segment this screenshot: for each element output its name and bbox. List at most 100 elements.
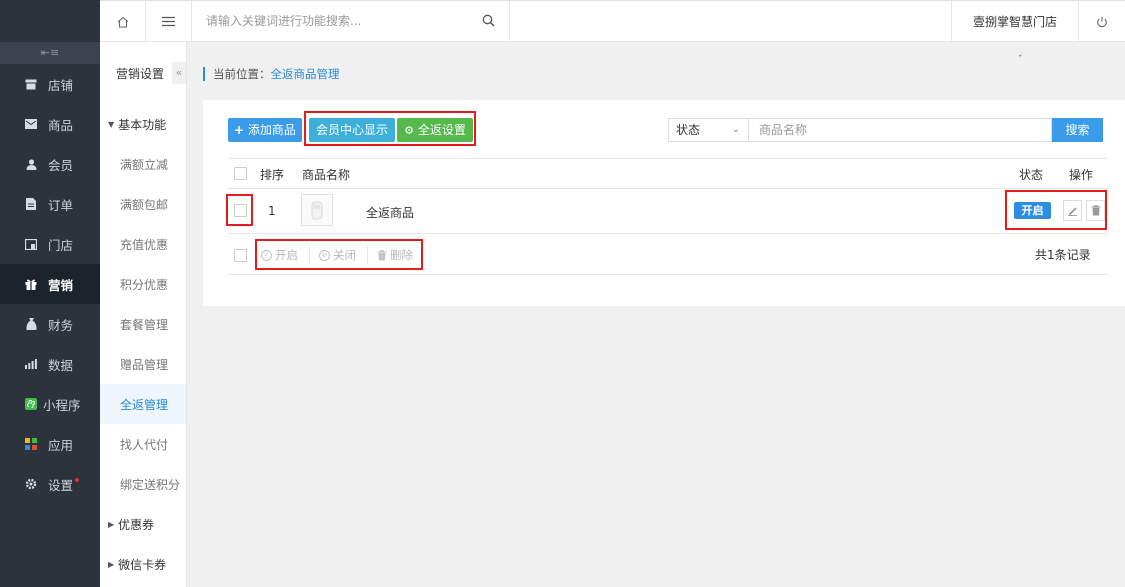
subnav-item[interactable]: 充值优惠 [100,224,186,264]
sidebar-item-store[interactable]: 门店 [0,224,100,264]
chart-icon [24,357,38,371]
sidebar-item-order[interactable]: 订单 [0,184,100,224]
power-icon [1097,16,1107,27]
notification-dot [75,478,80,482]
subnav-item-active[interactable]: 全返管理 [100,384,186,424]
column-header-status: 状态 [1019,168,1044,182]
subnav-group-basic[interactable]: ▼ 基本功能 [100,104,186,144]
sidebar-item-label: 商品 [48,117,74,133]
caret-right-icon: ▶ [108,559,115,569]
subnav-item[interactable]: 积分优惠 [100,264,186,304]
subnav-title-text: 营销设置 [116,66,165,81]
subnav-item[interactable]: 套餐管理 [100,304,186,344]
status-select-value: 状态 [676,123,701,137]
home-button[interactable] [100,1,146,42]
status-select[interactable]: 状态 ⌄ [668,118,749,142]
sidebar-item-label: 设置 [48,477,74,493]
sidebar-item-product[interactable]: 商品 [0,104,100,144]
row-sort: 1 [268,204,276,218]
hamburger-icon [162,16,175,27]
subnav-group-label: 基本功能 [118,117,167,132]
caret-down-icon: ▼ [108,119,115,129]
add-product-label: 添加商品 [247,123,296,137]
subnav-item[interactable]: 找人代付 [100,424,186,464]
subnav-group-label: 优惠券 [118,517,155,532]
highlight-box [255,239,423,270]
product-thumbnail [301,194,333,226]
order-icon [24,197,38,211]
plus-icon: + [234,123,245,137]
highlight-box [226,194,253,226]
home-icon [117,16,128,28]
search-icon[interactable] [482,14,495,27]
sidebar-item-label: 应用 [48,437,74,453]
sidebar-item-label: 门店 [48,237,74,253]
function-search [192,1,510,42]
table-divider [228,274,1108,275]
column-header-sort: 排序 [260,168,285,182]
sidebar-item-finance[interactable]: 财务 [0,304,100,344]
breadcrumb: 当前位置：全返商品管理 [203,67,340,81]
batch-select-checkbox[interactable] [234,249,247,262]
subnav-group-wxcard[interactable]: ▶ 微信卡券 [100,544,186,584]
column-header-ops: 操作 [1069,168,1094,182]
logout-button[interactable] [1079,1,1125,42]
money-icon [24,317,38,331]
subnav-item[interactable]: 满额包邮 [100,184,186,224]
sidebar-item-shop[interactable]: 店铺 [0,64,100,104]
miniprogram-icon [24,397,38,411]
table-divider [228,233,1108,234]
column-header-name: 商品名称 [302,168,351,182]
sidebar-item-apps[interactable]: 应用 [0,424,100,464]
row-product-name: 全返商品 [366,206,415,220]
subnav-item[interactable]: 满额立减 [100,144,186,184]
chevron-down-icon: ⌄ [731,124,740,135]
sidebar-item-label: 订单 [48,197,74,213]
subnav-item[interactable]: 绑定送积分 [100,464,186,504]
highlight-box [1005,190,1107,230]
main-sidebar: ⇤≡ 店铺 商品 会员 订单 门店 营销 财务 数据 小程序 应用 设置 [0,0,100,587]
shop-icon [24,77,38,91]
sidebar-item-marketing[interactable]: 营销 [0,264,100,304]
user-icon [24,157,38,171]
product-name-input[interactable] [749,118,1052,142]
record-count: 共1条记录 [1035,248,1091,262]
chevron-down-icon[interactable]: ˇ [1018,55,1023,65]
apps-icon [24,437,38,451]
subnav-title: 营销设置 « [100,42,186,104]
table-divider [228,188,1108,189]
secondary-nav: 营销设置 « ▼ 基本功能 满额立减 满额包邮 充值优惠 积分优惠 套餐管理 赠… [100,42,187,587]
sidebar-item-label: 数据 [48,357,74,373]
function-search-input[interactable] [192,1,462,41]
subnav-item[interactable]: 赠品管理 [100,344,186,384]
breadcrumb-prefix: 当前位置： [213,67,271,81]
table-divider [228,158,1108,159]
sidebar-item-miniprogram[interactable]: 小程序 [0,384,100,424]
sidebar-item-data[interactable]: 数据 [0,344,100,384]
caret-right-icon: ▶ [108,519,115,529]
sidebar-item-label: 小程序 [43,397,81,413]
store-name[interactable]: 壹捌掌智慧门店 [951,1,1079,42]
gear-icon [24,477,38,491]
breadcrumb-current[interactable]: 全返商品管理 [271,67,340,81]
subnav-group-label: 微信卡券 [118,557,167,572]
sidebar-item-label: 营销 [48,277,74,293]
subnav-group-coupon[interactable]: ▶ 优惠券 [100,504,186,544]
main-panel: + 添加商品 会员中心显示 ⚙ 全返设置 状态 ⌄ 搜索 排序 商品名称 状态 … [203,100,1125,306]
sidebar-item-label: 财务 [48,317,74,333]
menu-toggle-button[interactable] [146,1,192,42]
sidebar-collapse-button[interactable]: ⇤≡ [0,42,100,64]
subnav-collapse-button[interactable]: « [172,62,186,84]
sidebar-logo-area [0,0,100,42]
search-button[interactable]: 搜索 [1052,118,1103,142]
sidebar-item-settings[interactable]: 设置 [0,464,100,504]
add-product-button[interactable]: + 添加商品 [228,118,302,142]
sidebar-item-member[interactable]: 会员 [0,144,100,184]
gift-icon [24,277,38,291]
store-icon [24,237,38,251]
highlight-box [304,111,476,146]
product-image [311,201,323,220]
product-icon [24,117,38,131]
sidebar-item-label: 店铺 [48,77,74,93]
select-all-checkbox[interactable] [234,167,247,180]
